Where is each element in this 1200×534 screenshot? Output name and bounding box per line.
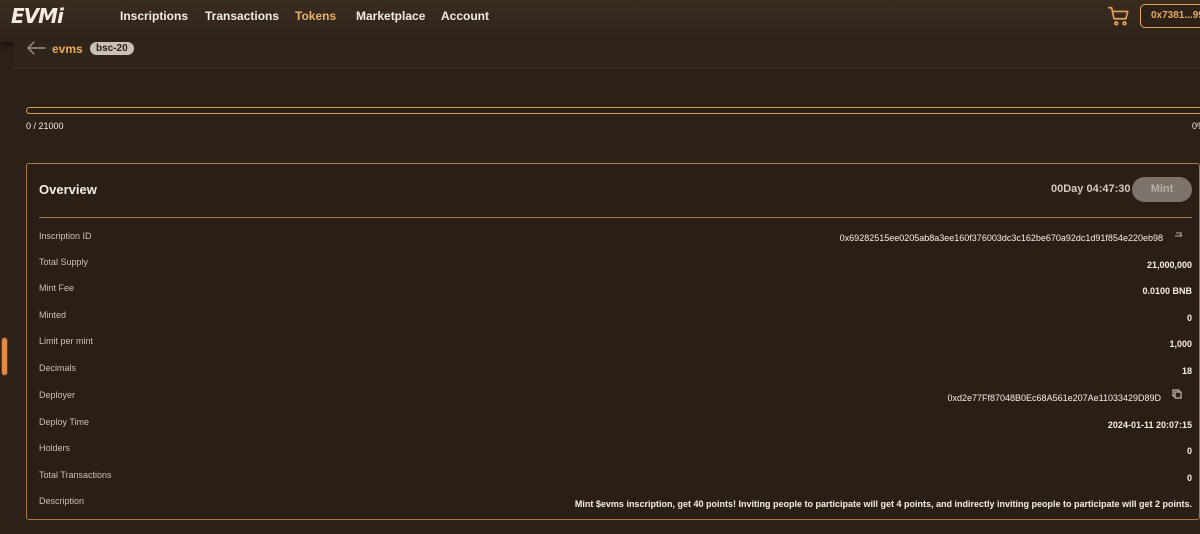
copy-icon[interactable] [1172,389,1182,399]
wallet-address-button[interactable]: 0x7381...997 [1140,4,1200,28]
inscription-id-label: Inscription ID [39,231,92,241]
description-label: Description [39,496,85,506]
token-header-bar [14,42,1200,69]
mint-progress-count: 0 / 21000 [26,121,64,131]
top-navbar: EVMi Inscriptions Transactions Tokens Ma… [0,0,1200,43]
token-standard-badge: bsc-20 [90,42,134,55]
total-supply-label: Total Supply [39,257,89,267]
back-arrow-icon[interactable] [26,40,46,56]
token-name: evms [52,42,83,56]
holders-value: 0 [1186,446,1192,456]
limit-per-mint-label: Limit per mint [39,336,94,346]
mint-progress-bar [26,107,1200,114]
nav-inscriptions[interactable]: Inscriptions [120,9,188,23]
link-icon[interactable] [1174,230,1184,240]
cart-icon[interactable] [1108,5,1130,27]
decimals-label: Decimals [39,363,77,373]
overview-title: Overview [39,182,97,197]
deploy-time-value: 2024-01-11 20:07:15 [1107,420,1192,430]
nav-account[interactable]: Account [441,9,489,23]
mint-progress-percent: 0% [1192,121,1200,131]
minted-value: 0 [1186,313,1192,323]
mint-countdown: 00Day 04:47:30 [1051,183,1131,195]
holders-label: Holders [39,443,71,453]
mint-fee-value: 0.0100 BNB [1142,286,1192,296]
deployer-value[interactable]: 0xd2e77Ff87048B0Ec68A561e207Ae11033429D8… [947,393,1161,403]
limit-per-mint-value: 1,000 [1169,339,1192,349]
nav-marketplace[interactable]: Marketplace [356,9,425,23]
overview-divider [39,217,1192,218]
site-logo[interactable]: EVMi [11,4,64,28]
nav-transactions[interactable]: Transactions [205,9,279,23]
deploy-time-label: Deploy Time [39,417,90,427]
total-transactions-label: Total Transactions [39,470,112,480]
nav-tokens[interactable]: Tokens [295,9,336,23]
mint-fee-label: Mint Fee [39,283,75,293]
minted-label: Minted [39,310,67,320]
description-value: Mint $evms inscription, get 40 points! I… [574,499,1192,509]
decimals-value: 18 [1181,366,1192,376]
total-transactions-value: 0 [1186,473,1192,483]
mint-button[interactable]: Mint [1132,177,1192,202]
scrollbar-thumb[interactable] [2,338,7,375]
deployer-label: Deployer [39,390,76,400]
inscription-id-value: 0x69282515ee0205ab8a3ee160f376003dc3c162… [839,233,1163,243]
total-supply-value: 21,000,000 [1146,260,1192,270]
